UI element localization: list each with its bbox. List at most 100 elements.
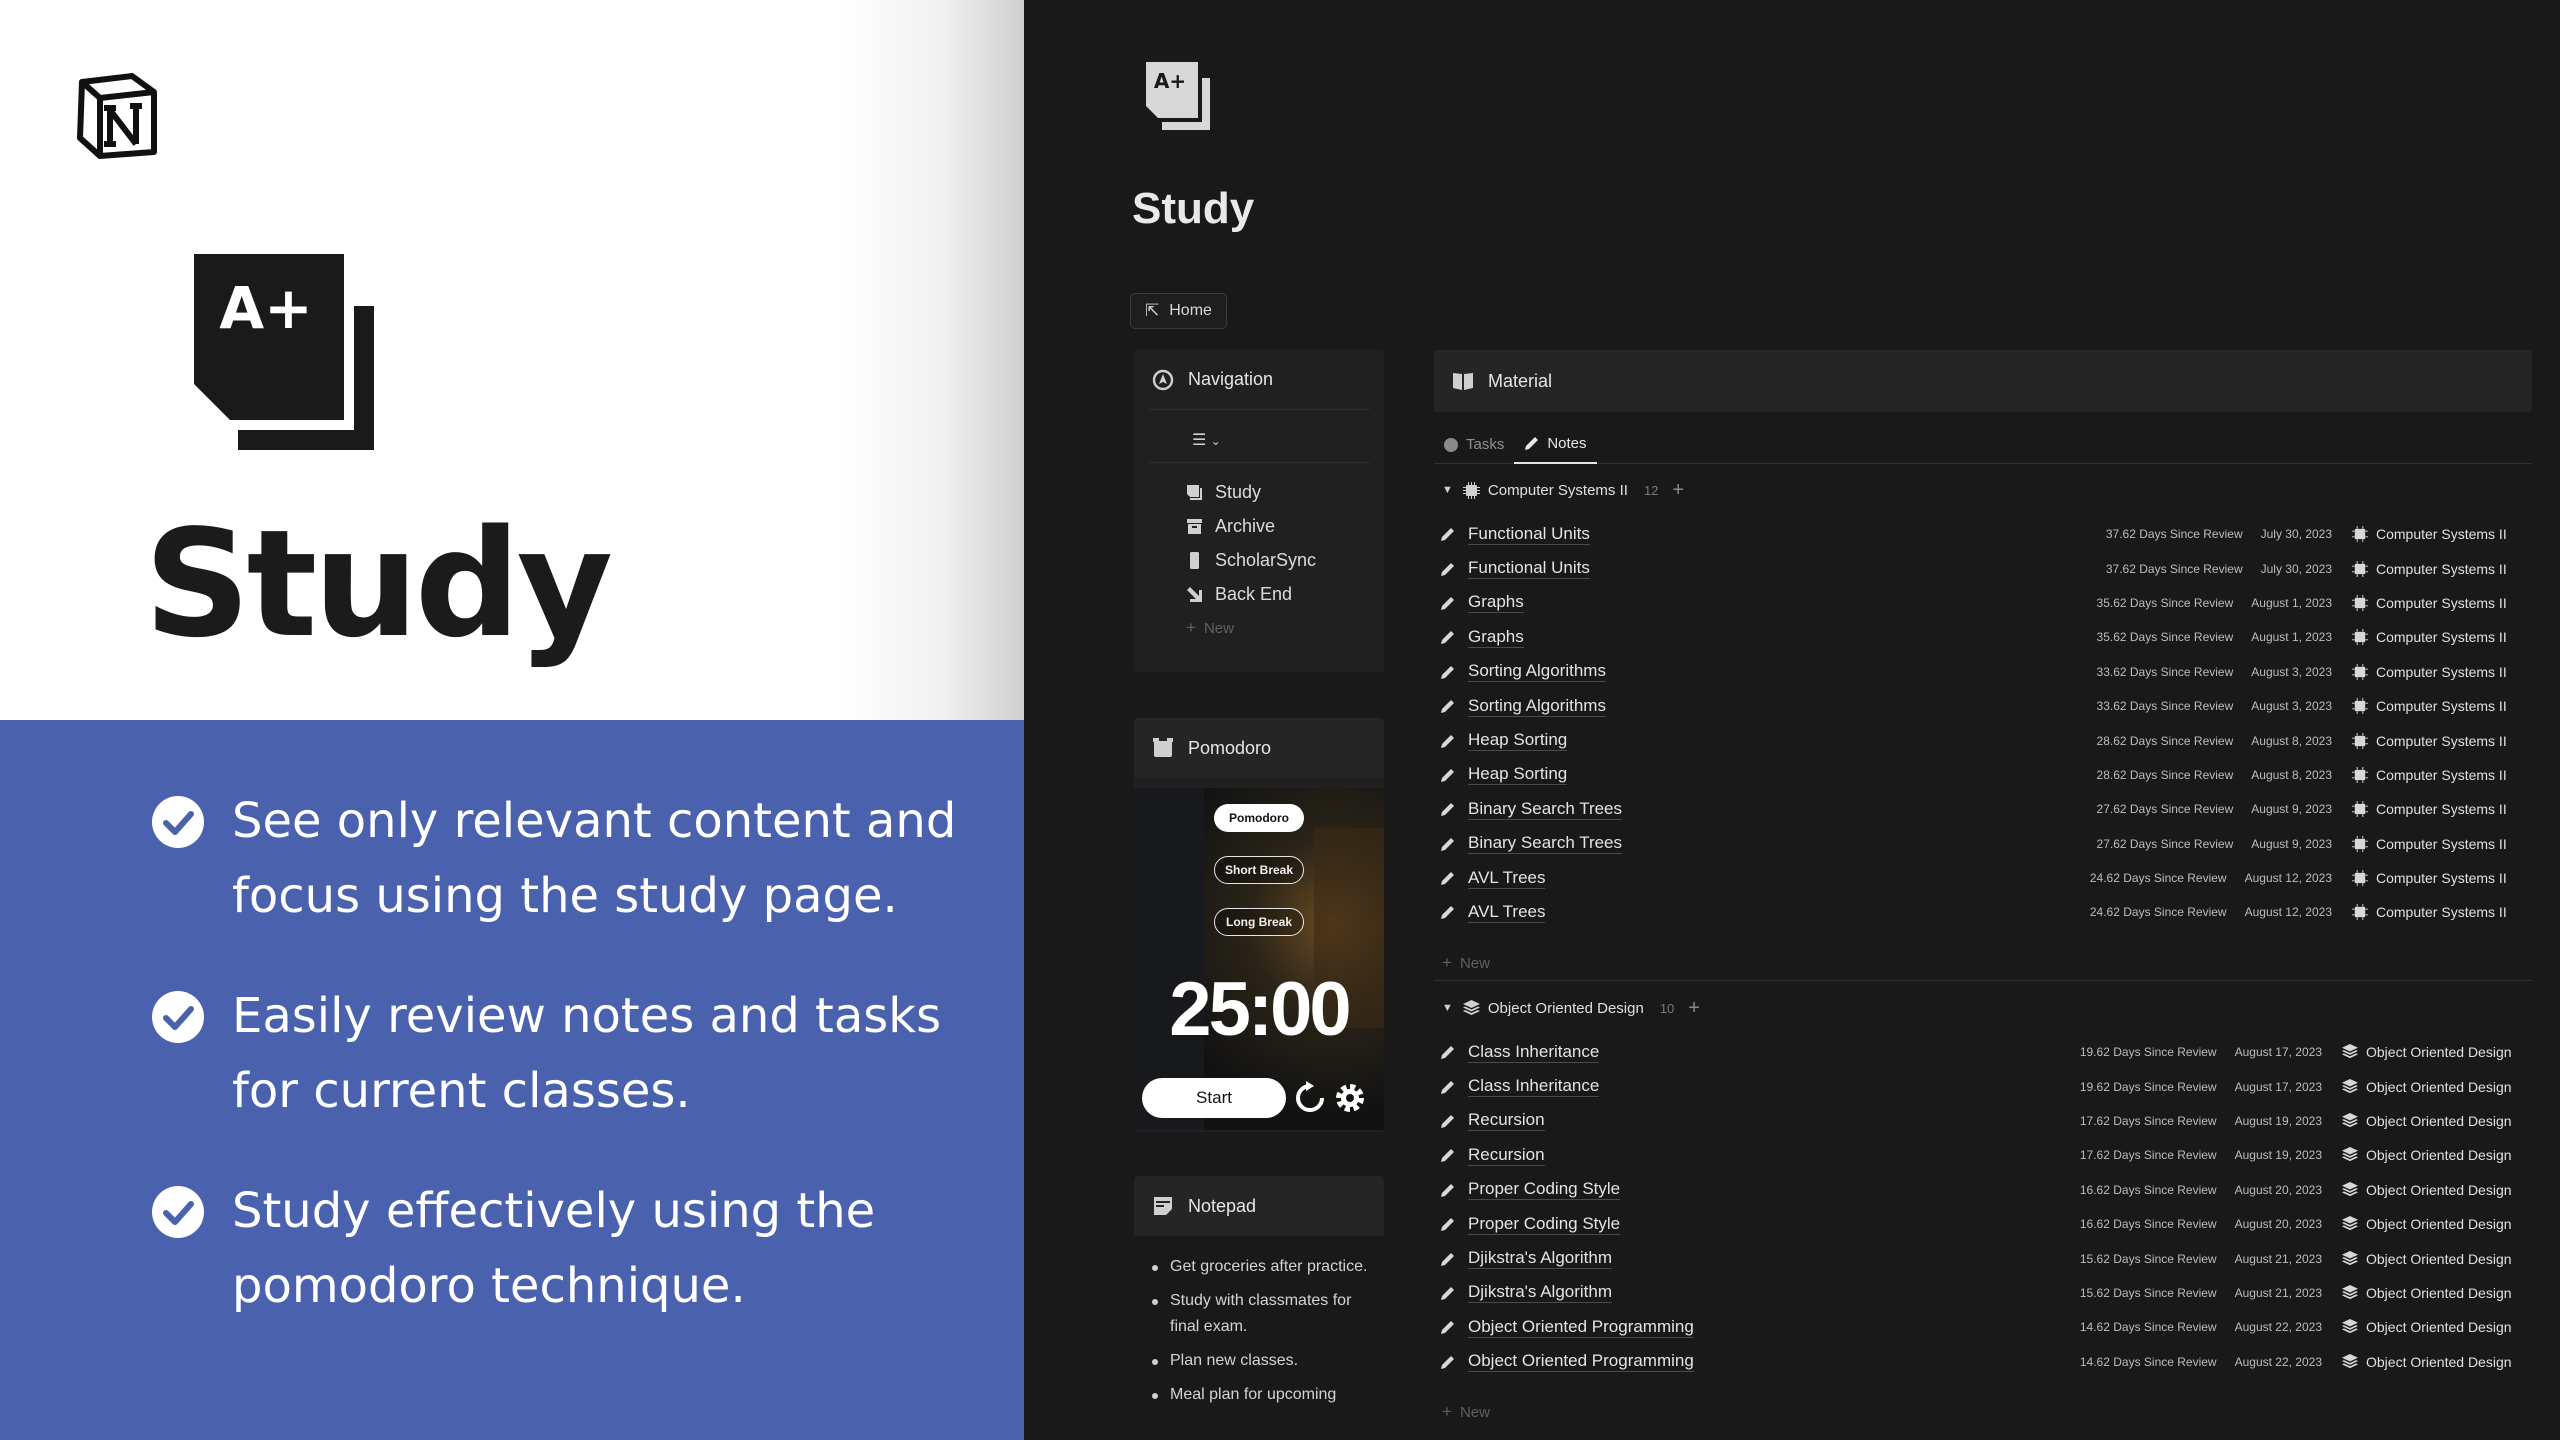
- table-row[interactable]: Class Inheritance 19.62 Days Since Review…: [1434, 1035, 2532, 1069]
- course-link[interactable]: Object Oriented Design: [2342, 1147, 2532, 1163]
- toggle-triangle-icon[interactable]: ▼: [1442, 484, 1453, 496]
- course-link[interactable]: Computer Systems II: [2352, 594, 2532, 611]
- course-link[interactable]: Computer Systems II: [2352, 560, 2532, 577]
- settings-gear-icon[interactable]: [1332, 1080, 1368, 1116]
- note-title[interactable]: Sorting Algorithms: [1468, 661, 1606, 683]
- course-link[interactable]: Object Oriented Design: [2342, 1216, 2532, 1232]
- row-meta: 15.62 Days Since Review August 21, 2023 Ob…: [2080, 1250, 2532, 1267]
- add-icon[interactable]: +: [1688, 997, 1700, 1020]
- note-title[interactable]: Object Oriented Programming: [1468, 1317, 1694, 1338]
- course-link[interactable]: Computer Systems II: [2352, 663, 2532, 680]
- note-title[interactable]: Heap Sorting: [1468, 730, 1568, 752]
- tab-tasks[interactable]: Tasks: [1434, 426, 1514, 464]
- table-row[interactable]: Binary Search Trees 27.62 Days Since Revi…: [1434, 792, 2532, 826]
- table-row[interactable]: Functional Units 37.62 Days Since Review J…: [1434, 517, 2532, 551]
- list-item[interactable]: Get groceries after practice.: [1148, 1254, 1378, 1280]
- note-title[interactable]: Proper Coding Style: [1468, 1179, 1621, 1201]
- note-title[interactable]: Graphs: [1468, 627, 1524, 648]
- list-item[interactable]: Study with classmates for final exam.: [1148, 1288, 1378, 1340]
- table-row[interactable]: Djikstra's Algorithm 15.62 Days Since Rev…: [1434, 1241, 2532, 1275]
- table-row[interactable]: Heap Sorting 28.62 Days Since Review Augus…: [1434, 758, 2532, 792]
- table-row[interactable]: Functional Units 37.62 Days Since Review J…: [1434, 551, 2532, 585]
- note-title[interactable]: Sorting Algorithms: [1468, 696, 1606, 717]
- course-link[interactable]: Object Oriented Design: [2342, 1112, 2532, 1129]
- course-link[interactable]: Object Oriented Design: [2342, 1078, 2532, 1095]
- nav-item-back-end[interactable]: Back End: [1148, 577, 1370, 611]
- list-item[interactable]: Plan new classes.: [1148, 1348, 1378, 1374]
- note-title[interactable]: Proper Coding Style: [1468, 1214, 1621, 1235]
- note-title[interactable]: Djikstra's Algorithm: [1468, 1282, 1613, 1304]
- review-date: August 8, 2023: [2251, 733, 2332, 748]
- table-row[interactable]: Graphs 35.62 Days Since Review August 1, 2…: [1434, 586, 2532, 620]
- table-row[interactable]: Binary Search Trees 27.62 Days Since Revi…: [1434, 827, 2532, 861]
- note-title[interactable]: Heap Sorting: [1468, 764, 1568, 786]
- note-title[interactable]: Object Oriented Programming: [1468, 1351, 1694, 1373]
- nav-new-button[interactable]: + New: [1148, 611, 1370, 645]
- svg-text:A+: A+: [219, 274, 313, 342]
- note-title[interactable]: Functional Units: [1468, 524, 1590, 545]
- note-title[interactable]: Recursion: [1468, 1145, 1545, 1166]
- nav-item-archive[interactable]: Archive: [1148, 509, 1370, 543]
- note-title[interactable]: Functional Units: [1468, 558, 1590, 580]
- course-link[interactable]: Computer Systems II: [2352, 801, 2532, 818]
- notepad-list[interactable]: Get groceries after practice. Study with…: [1148, 1254, 1378, 1416]
- course-link[interactable]: Computer Systems II: [2352, 698, 2532, 715]
- table-row[interactable]: Recursion 17.62 Days Since Review August 1…: [1434, 1104, 2532, 1138]
- start-button[interactable]: Start: [1142, 1078, 1286, 1118]
- course-link[interactable]: Object Oriented Design: [2342, 1353, 2532, 1370]
- add-icon[interactable]: +: [1672, 479, 1684, 502]
- course-link[interactable]: Object Oriented Design: [2342, 1284, 2532, 1301]
- toggle-triangle-icon[interactable]: ▼: [1442, 1002, 1453, 1014]
- list-view-toggle[interactable]: ☰ ⌄: [1192, 430, 1221, 450]
- course-link[interactable]: Computer Systems II: [2352, 526, 2532, 543]
- note-title[interactable]: AVL Trees: [1468, 868, 1546, 889]
- note-title[interactable]: AVL Trees: [1468, 902, 1546, 923]
- table-row[interactable]: Djikstra's Algorithm 15.62 Days Since Rev…: [1434, 1276, 2532, 1310]
- table-row[interactable]: Class Inheritance 19.62 Days Since Review…: [1434, 1069, 2532, 1103]
- pencil-icon: [1441, 1286, 1454, 1300]
- note-title[interactable]: Graphs: [1468, 592, 1524, 614]
- table-row[interactable]: Proper Coding Style 16.62 Days Since Revi…: [1434, 1173, 2532, 1207]
- group-header-computer-systems[interactable]: ▼ Computer Systems II 12 +: [1434, 475, 1684, 505]
- group-header-object-oriented-design[interactable]: ▼ Object Oriented Design 10 +: [1434, 993, 1700, 1023]
- note-title[interactable]: Class Inheritance: [1468, 1076, 1600, 1098]
- course-link[interactable]: Object Oriented Design: [2342, 1319, 2532, 1335]
- table-row[interactable]: Object Oriented Programming 14.62 Days Si…: [1434, 1310, 2532, 1344]
- home-button[interactable]: ⇱ Home: [1130, 293, 1227, 329]
- list-item[interactable]: Meal plan for upcoming: [1148, 1382, 1378, 1408]
- table-row[interactable]: Recursion 17.62 Days Since Review August 1…: [1434, 1138, 2532, 1172]
- mode-long-break[interactable]: Long Break: [1214, 908, 1304, 936]
- nav-item-study[interactable]: Study: [1148, 475, 1370, 509]
- course-link[interactable]: Computer Systems II: [2352, 870, 2532, 887]
- tab-notes[interactable]: Notes: [1514, 426, 1597, 464]
- note-title[interactable]: Binary Search Trees: [1468, 833, 1623, 855]
- course-link[interactable]: Computer Systems II: [2352, 766, 2532, 783]
- nav-item-scholarsync[interactable]: ScholarSync: [1148, 543, 1370, 577]
- course-link[interactable]: Object Oriented Design: [2342, 1250, 2532, 1267]
- course-link[interactable]: Computer Systems II: [2352, 904, 2532, 921]
- course-name: Object Oriented Design: [2366, 1181, 2512, 1198]
- table-row[interactable]: Sorting Algorithms 33.62 Days Since Revie…: [1434, 655, 2532, 689]
- table-row[interactable]: Object Oriented Programming 14.62 Days Si…: [1434, 1345, 2532, 1379]
- mode-short-break[interactable]: Short Break: [1214, 856, 1304, 884]
- course-link[interactable]: Object Oriented Design: [2342, 1044, 2532, 1060]
- page-icon[interactable]: A+: [1144, 60, 1212, 132]
- group-new-button[interactable]: + New: [1434, 947, 1490, 979]
- note-title[interactable]: Djikstra's Algorithm: [1468, 1248, 1613, 1270]
- group-new-button[interactable]: + New: [1434, 1396, 1490, 1428]
- course-link[interactable]: Object Oriented Design: [2342, 1181, 2532, 1198]
- table-row[interactable]: AVL Trees 24.62 Days Since Review August 1…: [1434, 861, 2532, 895]
- course-link[interactable]: Computer Systems II: [2352, 732, 2532, 749]
- table-row[interactable]: AVL Trees 24.62 Days Since Review August 1…: [1434, 895, 2532, 929]
- reset-icon[interactable]: [1292, 1080, 1328, 1116]
- table-row[interactable]: Proper Coding Style 16.62 Days Since Revi…: [1434, 1207, 2532, 1241]
- mode-pomodoro[interactable]: Pomodoro: [1214, 804, 1304, 832]
- table-row[interactable]: Heap Sorting 28.62 Days Since Review Augus…: [1434, 723, 2532, 757]
- note-title[interactable]: Binary Search Trees: [1468, 799, 1623, 820]
- note-title[interactable]: Recursion: [1468, 1110, 1545, 1132]
- course-link[interactable]: Computer Systems II: [2352, 835, 2532, 852]
- table-row[interactable]: Sorting Algorithms 33.62 Days Since Revie…: [1434, 689, 2532, 723]
- note-title[interactable]: Class Inheritance: [1468, 1042, 1600, 1063]
- table-row[interactable]: Graphs 35.62 Days Since Review August 1, 2…: [1434, 620, 2532, 654]
- course-link[interactable]: Computer Systems II: [2352, 629, 2532, 646]
